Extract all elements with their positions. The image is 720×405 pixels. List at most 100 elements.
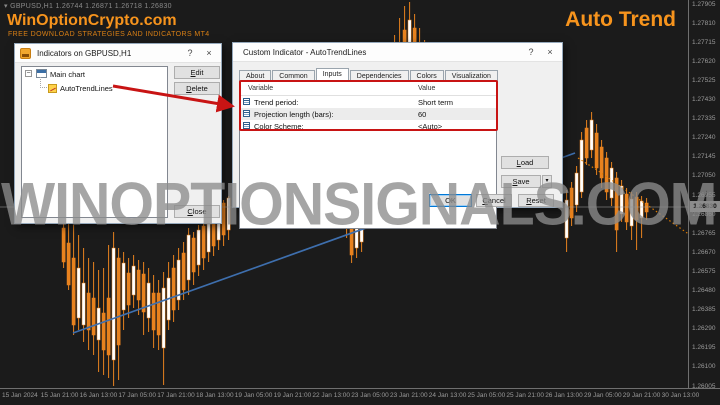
input-variable-name: Color Scheme: bbox=[254, 122, 304, 131]
delete-button[interactable]: Delete bbox=[174, 82, 220, 95]
candle-body bbox=[574, 172, 579, 206]
candle-body bbox=[126, 272, 131, 306]
time-axis[interactable]: 15 Jan 2024 15 Jan 21:00 16 Jan 13:00 17 Ja… bbox=[0, 388, 720, 405]
tree-item-label: Main chart bbox=[50, 70, 86, 79]
candle-body bbox=[614, 177, 619, 231]
candle-body bbox=[76, 267, 81, 319]
candle-body bbox=[136, 269, 141, 301]
indicators-tree-list[interactable]: − Main chart AutoTrendLines bbox=[21, 66, 168, 218]
candle-body bbox=[624, 193, 629, 223]
time-axis-label: 26 Jan 13:00 bbox=[545, 392, 583, 399]
candle-body bbox=[589, 119, 594, 151]
chart-menu-icon[interactable]: ▾ bbox=[4, 3, 8, 10]
price-axis-label: 1.27240 bbox=[692, 134, 716, 142]
time-axis-label: 15 Jan 21:00 bbox=[40, 392, 79, 399]
indicators-dialog-titlebar[interactable]: Indicators on GBPUSD,H1 ? × bbox=[15, 44, 221, 63]
tree-item-label: AutoTrendLines bbox=[60, 84, 113, 93]
edit-button[interactable]: Edit bbox=[174, 66, 220, 79]
indicators-dialog-icon bbox=[20, 48, 31, 59]
candle-body bbox=[141, 273, 146, 313]
time-axis-label: 29 Jan 05:00 bbox=[584, 392, 622, 399]
input-row[interactable]: Projection length (bars): 60 bbox=[240, 108, 496, 120]
save-menu-arrow-icon[interactable]: ▾ bbox=[542, 175, 552, 188]
custom-indicator-title: Custom Indicator - AutoTrendLines bbox=[243, 48, 367, 57]
brand-site-text: WinOptionCrypto.com bbox=[7, 12, 177, 29]
tab-inputs[interactable]: Inputs bbox=[315, 68, 349, 82]
help-button[interactable]: ? bbox=[524, 46, 538, 59]
candle-body bbox=[634, 196, 639, 221]
close-button[interactable]: Close bbox=[174, 205, 220, 218]
candle-body bbox=[584, 127, 589, 159]
time-axis-label: 17 Jan 05:00 bbox=[118, 392, 156, 399]
price-axis-label: 1.27145 bbox=[692, 153, 716, 161]
time-axis-label: 16 Jan 13:00 bbox=[79, 392, 118, 399]
price-axis-label: 1.27525 bbox=[692, 76, 716, 84]
time-axis-label: 25 Jan 05:00 bbox=[467, 392, 506, 399]
tree-item-autotrendlines[interactable]: AutoTrendLines bbox=[22, 77, 167, 95]
candle-body bbox=[639, 200, 644, 219]
input-variable-icon bbox=[243, 98, 250, 105]
price-axis-label: 1.26670 bbox=[692, 248, 716, 256]
indicators-dialog: Indicators on GBPUSD,H1 ? × − Main chart A… bbox=[14, 43, 222, 224]
custom-indicator-titlebar[interactable]: Custom Indicator - AutoTrendLines ? × bbox=[233, 43, 562, 62]
auto-trend-label: Auto Trend bbox=[565, 8, 676, 31]
candle-body bbox=[619, 185, 624, 215]
time-axis-label: 29 Jan 21:00 bbox=[622, 392, 661, 399]
price-axis-label: 1.27050 bbox=[692, 172, 716, 180]
input-variable-name: Projection length (bars): bbox=[254, 110, 334, 119]
candle-body bbox=[186, 234, 191, 281]
tab-visualization[interactable]: Visualization bbox=[444, 70, 498, 82]
price-axis-label: 1.27620 bbox=[692, 57, 716, 65]
candle-body bbox=[146, 282, 151, 319]
price-axis-label: 1.26385 bbox=[692, 306, 716, 314]
candle-body bbox=[579, 139, 584, 193]
mt4-chart-window: ▾ GBPUSD,H1 1.26744 1.26871 1.26718 1.26… bbox=[0, 0, 720, 405]
candle-body bbox=[101, 312, 106, 351]
candle-body bbox=[201, 225, 206, 259]
tab-common[interactable]: Common bbox=[272, 70, 315, 82]
tab-dependencies[interactable]: Dependencies bbox=[349, 70, 409, 82]
candle-body bbox=[594, 132, 599, 169]
tab-colors[interactable]: Colors bbox=[409, 70, 444, 82]
input-variable-name: Trend period: bbox=[254, 98, 299, 107]
help-button[interactable]: ? bbox=[183, 47, 197, 60]
candle-body bbox=[61, 227, 66, 263]
price-axis-label: 1.26480 bbox=[692, 287, 716, 294]
input-variable-value[interactable]: 60 bbox=[418, 110, 426, 119]
candle-body bbox=[71, 257, 76, 326]
cancel-button[interactable]: Cancel bbox=[476, 194, 512, 207]
input-variable-value[interactable]: Short term bbox=[418, 98, 453, 107]
price-axis-label: 1.27430 bbox=[692, 96, 716, 103]
save-button[interactable]: Save bbox=[501, 175, 541, 188]
price-axis-label: 1.26955 bbox=[692, 191, 716, 199]
candle-body bbox=[81, 282, 86, 326]
close-icon[interactable]: × bbox=[543, 46, 557, 59]
close-icon[interactable]: × bbox=[202, 47, 216, 60]
tree-expander[interactable]: − bbox=[25, 70, 32, 77]
custom-indicator-dialog: Custom Indicator - AutoTrendLines ? × Ab… bbox=[232, 42, 563, 229]
price-axis-label: 1.26575 bbox=[692, 267, 716, 275]
indicators-dialog-title: Indicators on GBPUSD,H1 bbox=[37, 49, 132, 58]
price-axis-label: 1.27335 bbox=[692, 115, 716, 123]
brand-tagline-text: FREE DOWNLOAD STRATEGIES AND INDICATORS … bbox=[8, 31, 210, 38]
input-row[interactable]: Trend period: Short term bbox=[240, 96, 496, 108]
candle-body bbox=[191, 237, 196, 273]
input-variable-value[interactable]: <Auto> bbox=[418, 122, 442, 131]
candle-body bbox=[161, 287, 166, 349]
candle-body bbox=[151, 292, 156, 331]
load-button[interactable]: Load bbox=[501, 156, 549, 169]
inputs-table-header: Variable Value bbox=[240, 82, 496, 96]
candle-body bbox=[156, 292, 161, 336]
tab-about[interactable]: About bbox=[239, 70, 272, 82]
reset-button[interactable]: Reset bbox=[518, 194, 554, 207]
time-axis-label: 30 Jan 13:00 bbox=[661, 392, 700, 399]
price-axis-label: 1.26765 bbox=[692, 229, 716, 237]
price-axis-label: 1.27715 bbox=[692, 38, 716, 46]
candle-body bbox=[629, 198, 634, 227]
input-row[interactable]: Color Scheme: <Auto> bbox=[240, 120, 496, 132]
indicator-icon bbox=[48, 84, 57, 93]
price-axis[interactable]: 1.26830 1.27905 1.27810 1.27715 1.27620 1.27… bbox=[688, 0, 720, 390]
ok-button[interactable]: OK bbox=[429, 194, 472, 207]
candle-body bbox=[86, 292, 91, 331]
time-axis-label: 23 Jan 05:00 bbox=[351, 392, 389, 399]
